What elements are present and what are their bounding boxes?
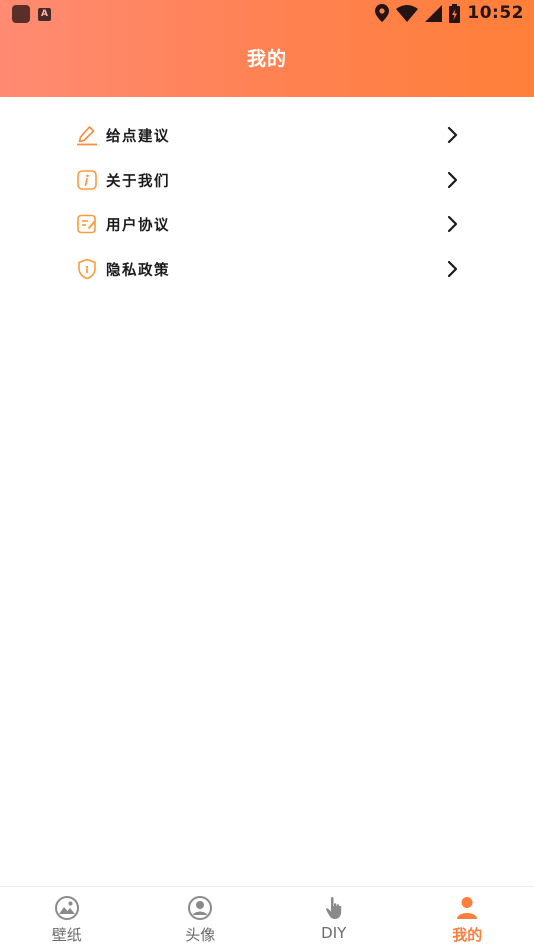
tab-label: DIY [321,924,347,942]
menu-item-label: 关于我们 [106,173,170,190]
signal-icon [425,4,443,22]
wallpaper-icon [54,896,79,920]
app-badge-icon: A [38,7,51,21]
menu-item-label: 给点建议 [106,128,170,145]
menu-item-feedback[interactable]: 给点建议 [74,115,466,155]
document-edit-icon [77,214,96,234]
page-title: 我的 [246,48,287,70]
hand-pointer-icon [325,897,341,919]
tab-wallpaper[interactable]: 壁纸 [0,887,134,950]
menu-item-about[interactable]: 关于我们 [74,160,466,200]
info-icon [77,170,97,190]
chevron-right-icon [447,215,458,233]
pencil-icon [77,126,97,146]
tab-label: 壁纸 [51,926,82,944]
header-bar: A 10:52 我的 [0,0,534,97]
bottom-tab-bar: 壁纸 头像 DIY 我的 [0,886,534,950]
status-time: 10:52 [467,3,524,23]
menu-item-label: 用户协议 [106,217,170,234]
person-icon [457,897,478,919]
shield-icon [78,258,96,280]
tab-label: 头像 [185,926,216,944]
tab-avatar[interactable]: 头像 [134,887,268,950]
avatar-icon [188,896,213,920]
wifi-icon [396,4,419,22]
tab-label: 我的 [452,926,483,944]
app-notification-icon [12,5,30,23]
chevron-right-icon [447,171,458,189]
chevron-right-icon [447,260,458,278]
status-bar: A 10:52 [0,0,534,28]
chevron-right-icon [447,126,458,144]
menu-item-label: 隐私政策 [106,262,170,279]
tab-mine[interactable]: 我的 [401,887,534,950]
tab-diy[interactable]: DIY [267,887,401,950]
location-icon [375,4,390,22]
menu-item-privacy-policy[interactable]: 隐私政策 [74,249,466,289]
menu-item-user-agreement[interactable]: 用户协议 [74,204,466,244]
battery-icon [449,3,461,23]
